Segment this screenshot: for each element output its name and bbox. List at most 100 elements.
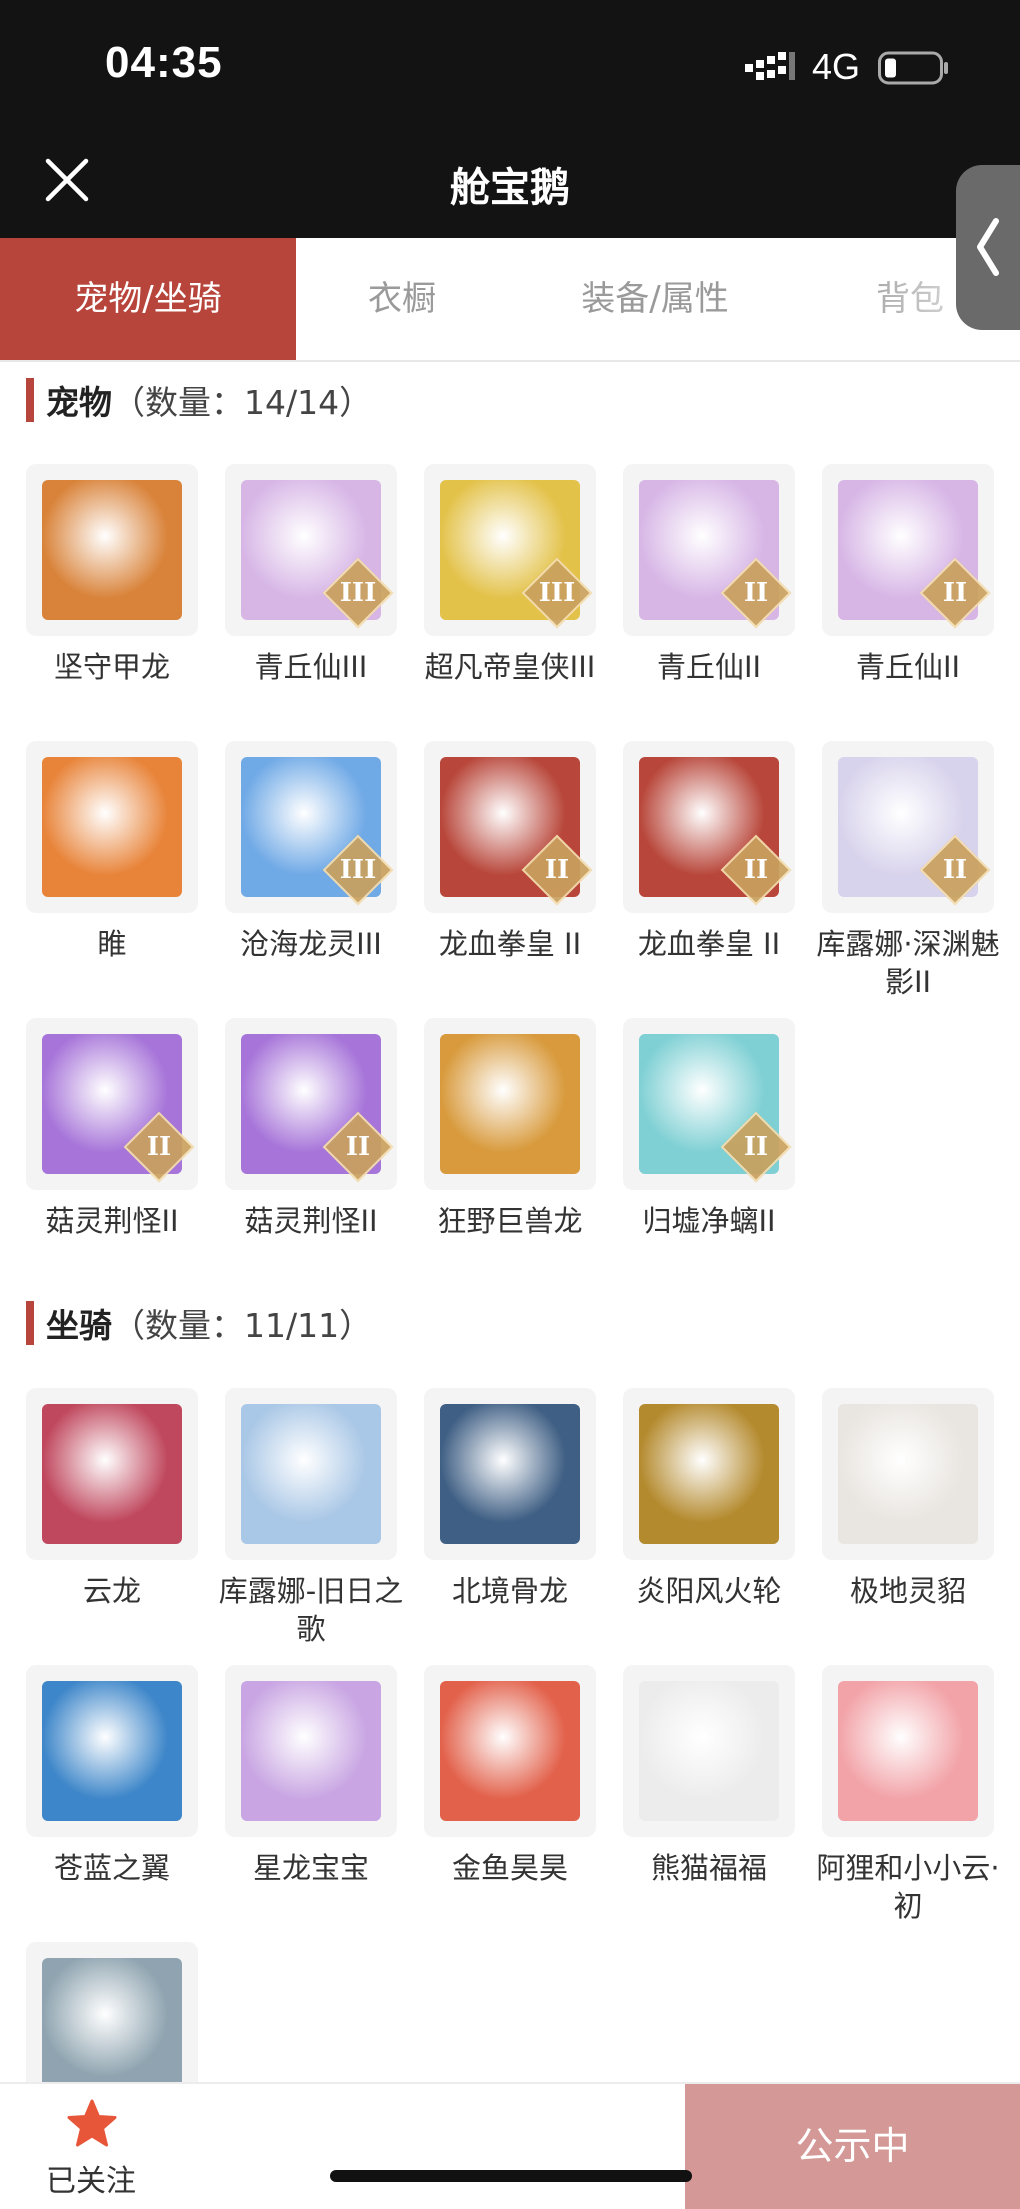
follow-button[interactable]: 已关注 <box>0 2084 684 2209</box>
mount-name: 阿狸和小小云·初 <box>816 1851 1000 1923</box>
mount-thumbnail <box>424 1388 596 1560</box>
mount-name: 金鱼昊昊 <box>451 1851 568 1885</box>
shark-mount-icon <box>42 1958 182 2098</box>
mounts-section-header: 坐骑 （数量：11/11） <box>26 1299 372 1347</box>
home-indicator <box>330 2170 692 2182</box>
mount-card[interactable]: 炎阳风火轮 <box>623 1388 795 1610</box>
mount-name: 极地灵貂 <box>849 1574 966 1608</box>
pet-name: 菇灵荆怪II <box>45 1204 179 1238</box>
tier-badge-label: II <box>544 855 570 885</box>
pet-card[interactable]: 狂野巨兽龙 <box>424 1018 596 1240</box>
star-dragon-baby-mount-icon <box>241 1681 381 1821</box>
page-title: 舱宝鹅 <box>450 165 570 211</box>
battery-icon <box>878 51 948 85</box>
mount-card[interactable]: 星龙宝宝 <box>225 1665 397 1887</box>
mount-thumbnail <box>822 1665 994 1837</box>
cloud-dragon-mount-icon <box>42 1404 182 1544</box>
pet-card[interactable]: II 龙血拳皇 II <box>424 741 596 963</box>
mount-card[interactable]: 阿狸和小小云·初 <box>816 1665 1000 1925</box>
pet-card[interactable]: II 库露娜·深渊魅影II <box>816 741 1000 1001</box>
pet-name: 龙血拳皇 II <box>637 927 781 961</box>
mount-thumbnail <box>225 1388 397 1560</box>
pet-name: 归墟净螭II <box>642 1204 776 1238</box>
status-time: 04:35 <box>105 38 223 87</box>
pet-thumbnail <box>26 741 198 913</box>
chevron-left-icon <box>977 218 999 276</box>
pet-card[interactable]: 坚守甲龙 <box>26 464 198 686</box>
mount-thumbnail <box>424 1665 596 1837</box>
tier-badge-label: II <box>942 578 968 608</box>
mount-card[interactable]: 极地灵貂 <box>822 1388 994 1610</box>
pet-thumbnail: III <box>424 464 596 636</box>
mount-card[interactable]: 熊猫福福 <box>623 1665 795 1887</box>
side-drawer-handle[interactable] <box>956 165 1020 330</box>
pet-name: 青丘仙II <box>656 650 762 684</box>
pet-thumbnail: III <box>225 741 397 913</box>
mount-card[interactable]: 金鱼昊昊 <box>424 1665 596 1887</box>
goldfish-mount-icon <box>440 1681 580 1821</box>
tab-pets-mounts[interactable]: 宠物/坐骑 <box>0 238 296 360</box>
section-accent-bar <box>26 378 34 422</box>
bone-dragon-mount-icon <box>440 1404 580 1544</box>
pet-name: 青丘仙III <box>254 650 368 684</box>
pet-thumbnail: II <box>822 741 994 913</box>
mount-name: 北境骨龙 <box>451 1574 568 1608</box>
tab-bar: 宠物/坐骑 衣橱 装备/属性 背包 <box>0 238 1020 362</box>
pet-thumbnail <box>26 464 198 636</box>
pet-thumbnail: II <box>424 741 596 913</box>
wild-beast-dragon-pet-icon <box>440 1034 580 1174</box>
follow-label: 已关注 <box>46 2164 136 2199</box>
status-bar: 04:35 4G <box>0 0 1020 135</box>
pet-card[interactable]: II 菇灵荆怪II <box>26 1018 198 1240</box>
pet-name: 超凡帝皇侠III <box>424 650 596 684</box>
pet-card[interactable]: III 沧海龙灵III <box>225 741 397 963</box>
tier-badge-label: II <box>743 1132 769 1162</box>
mount-name: 云龙 <box>82 1574 141 1608</box>
tier-badge-label: III <box>339 855 377 885</box>
signal-icon <box>745 52 795 80</box>
section-count: （数量：11/11） <box>112 1306 373 1345</box>
panda-mount-icon <box>639 1681 779 1821</box>
mount-thumbnail <box>225 1665 397 1837</box>
pet-card[interactable]: II 归墟净螭II <box>623 1018 795 1240</box>
pet-name: 坚守甲龙 <box>53 650 170 684</box>
arctic-mink-mount-icon <box>838 1404 978 1544</box>
pet-card[interactable]: II 龙血拳皇 II <box>623 741 795 963</box>
pet-card[interactable]: II 青丘仙II <box>623 464 795 686</box>
mount-card[interactable]: 库露娜-旧日之歌 <box>219 1388 403 1648</box>
tier-badge-label: III <box>339 578 377 608</box>
azure-wing-mount-icon <box>42 1681 182 1821</box>
tier-badge-label: II <box>146 1132 172 1162</box>
mount-thumbnail <box>26 1665 198 1837</box>
pet-card[interactable]: III 青丘仙III <box>225 464 397 686</box>
sheep-girl-mount-icon <box>241 1404 381 1544</box>
pet-name: 睢 <box>97 927 127 961</box>
pet-name: 库露娜·深渊魅影II <box>816 927 1000 999</box>
mount-name: 熊猫福福 <box>650 1851 767 1885</box>
pet-card[interactable]: II 青丘仙II <box>822 464 994 686</box>
pets-section-header: 宠物 （数量：14/14） <box>26 376 372 424</box>
tier-badge-label: III <box>538 578 576 608</box>
mount-card[interactable]: 云龙 <box>26 1388 198 1610</box>
mount-card[interactable]: 北境骨龙 <box>424 1388 596 1610</box>
pet-card[interactable]: III 超凡帝皇侠III <box>424 464 596 686</box>
mount-card[interactable]: 苍蓝之翼 <box>26 1665 198 1887</box>
section-title: 坐骑 <box>46 1306 112 1345</box>
pet-name: 青丘仙II <box>855 650 961 684</box>
pet-card[interactable]: 睢 <box>26 741 198 963</box>
public-status-button[interactable]: 公示中 <box>685 2084 1020 2209</box>
mount-name: 星龙宝宝 <box>252 1851 369 1885</box>
fox-and-cloud-mount-icon <box>838 1681 978 1821</box>
star-icon <box>67 2099 117 2147</box>
pet-thumbnail: II <box>26 1018 198 1190</box>
pet-name: 龙血拳皇 II <box>438 927 582 961</box>
pet-name: 菇灵荆怪II <box>244 1204 378 1238</box>
pet-card[interactable]: II 菇灵荆怪II <box>225 1018 397 1240</box>
fire-wheel-mount-icon <box>639 1404 779 1544</box>
section-count: （数量：14/14） <box>112 383 373 422</box>
nav-bar: 舱宝鹅 <box>0 135 1020 238</box>
pet-thumbnail: II <box>225 1018 397 1190</box>
tab-equipment[interactable]: 装备/属性 <box>540 238 770 360</box>
fire-bird-pet-icon <box>42 757 182 897</box>
tab-wardrobe[interactable]: 衣橱 <box>296 238 508 360</box>
